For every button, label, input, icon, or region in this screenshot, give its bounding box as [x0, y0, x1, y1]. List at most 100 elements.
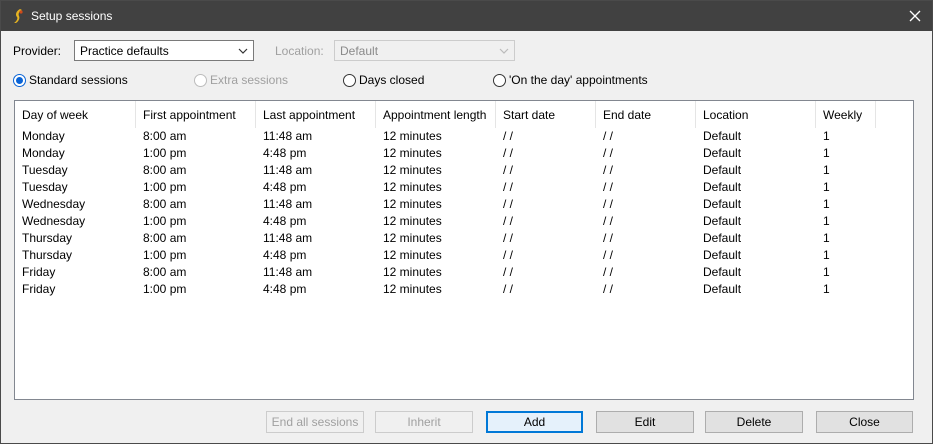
table-row[interactable]: Wednesday 1:00 pm 4:48 pm 12 minutes / / / …: [15, 213, 913, 230]
radio-indicator: [13, 73, 26, 87]
table-cell: 8:00 am: [143, 197, 187, 211]
radio-indicator: [493, 73, 506, 87]
table-cell: / /: [503, 146, 514, 160]
table-cell: 12 minutes: [383, 248, 442, 262]
table-cell: 1: [823, 129, 830, 143]
table-cell: 12 minutes: [383, 282, 442, 296]
inherit-button: Inherit: [375, 411, 473, 433]
table-cell: / /: [603, 129, 614, 143]
end-all-sessions-button: End all sessions: [266, 411, 364, 433]
delete-button[interactable]: Delete: [705, 411, 803, 433]
table-cell: / /: [503, 163, 514, 177]
column-header-weekly[interactable]: Weekly: [816, 101, 876, 128]
app-logo-icon: [11, 8, 25, 24]
table-cell: 8:00 am: [143, 231, 187, 245]
table-cell: 11:48 am: [263, 231, 313, 245]
table-cell: 12 minutes: [383, 197, 442, 211]
table-row[interactable]: Thursday 8:00 am 11:48 am 12 minutes / / / …: [15, 230, 913, 247]
column-header-last-appointment[interactable]: Last appointment: [256, 101, 376, 128]
table-row[interactable]: Friday 1:00 pm 4:48 pm 12 minutes / / / / De…: [15, 281, 913, 298]
table-cell: 1: [823, 197, 830, 211]
table-cell: / /: [503, 248, 514, 262]
table-cell: 1: [823, 265, 830, 279]
table-cell: 1:00 pm: [143, 146, 187, 160]
column-header-location[interactable]: Location: [696, 101, 816, 128]
table-row[interactable]: Wednesday 8:00 am 11:48 am 12 minutes / / /…: [15, 196, 913, 213]
table-cell: Thursday: [22, 248, 73, 262]
close-button[interactable]: Close: [816, 411, 913, 433]
table-cell: 4:48 pm: [263, 214, 307, 228]
table-row[interactable]: Monday 1:00 pm 4:48 pm 12 minutes / / / / De…: [15, 145, 913, 162]
table-cell: / /: [603, 214, 614, 228]
table-row[interactable]: Thursday 1:00 pm 4:48 pm 12 minutes / / / /…: [15, 247, 913, 264]
table-row[interactable]: Tuesday 8:00 am 11:48 am 12 minutes / / / /…: [15, 162, 913, 179]
table-cell: 1: [823, 163, 830, 177]
setup-sessions-window: Setup sessions Provider: Practice defaul…: [0, 0, 933, 444]
table-cell: Wednesday: [22, 214, 86, 228]
close-window-icon[interactable]: [904, 5, 926, 27]
edit-button[interactable]: Edit: [596, 411, 694, 433]
table-cell: 12 minutes: [383, 231, 442, 245]
table-cell: / /: [603, 197, 614, 211]
table-cell: Default: [703, 214, 742, 228]
table-row[interactable]: Monday 8:00 am 11:48 am 12 minutes / / / / D…: [15, 128, 913, 145]
table-cell: 11:48 am: [263, 265, 313, 279]
table-cell: / /: [503, 231, 514, 245]
title-bar[interactable]: Setup sessions: [1, 1, 932, 31]
table-row[interactable]: Tuesday 1:00 pm 4:48 pm 12 minutes / / / / D…: [15, 179, 913, 196]
radio-label: Extra sessions: [210, 73, 289, 87]
column-header-day-of-week[interactable]: Day of week: [15, 101, 136, 128]
table-cell: Friday: [22, 265, 56, 279]
provider-label: Provider:: [13, 44, 62, 58]
table-cell: 1: [823, 180, 830, 194]
location-select-value: Default: [340, 44, 379, 58]
table-cell: 8:00 am: [143, 129, 187, 143]
table-cell: 11:48 am: [263, 197, 313, 211]
table-cell: 1: [823, 214, 830, 228]
radio-label: Days closed: [359, 73, 425, 87]
table-cell: 1: [823, 231, 830, 245]
table-cell: / /: [503, 180, 514, 194]
table-cell: 1: [823, 282, 830, 296]
table-cell: / /: [603, 248, 614, 262]
table-cell: 12 minutes: [383, 129, 442, 143]
table-cell: Default: [703, 282, 742, 296]
provider-select[interactable]: Practice defaults: [74, 40, 254, 61]
provider-select-value: Practice defaults: [80, 44, 169, 58]
radio-on-the-day-appointments[interactable]: 'On the day' appointments: [493, 73, 648, 87]
table-cell: Default: [703, 180, 742, 194]
table-cell: Default: [703, 231, 742, 245]
sessions-table[interactable]: Day of week First appointment Last appoi…: [14, 100, 914, 400]
radio-standard-sessions[interactable]: Standard sessions: [13, 73, 128, 87]
table-cell: Monday: [22, 146, 65, 160]
table-cell: / /: [503, 129, 514, 143]
radio-label: 'On the day' appointments: [509, 73, 648, 87]
column-header-start-date[interactable]: Start date: [496, 101, 596, 128]
table-cell: / /: [603, 282, 614, 296]
table-cell: 4:48 pm: [263, 282, 307, 296]
table-cell: 4:48 pm: [263, 180, 307, 194]
table-cell: 12 minutes: [383, 180, 442, 194]
column-header-end-date[interactable]: End date: [596, 101, 696, 128]
table-cell: 1:00 pm: [143, 214, 187, 228]
table-cell: / /: [603, 231, 614, 245]
table-cell: Wednesday: [22, 197, 86, 211]
radio-days-closed[interactable]: Days closed: [343, 73, 424, 87]
table-row[interactable]: Friday 8:00 am 11:48 am 12 minutes / / / / D…: [15, 264, 913, 281]
table-cell: 8:00 am: [143, 265, 187, 279]
table-cell: 12 minutes: [383, 265, 442, 279]
table-cell: 1: [823, 146, 830, 160]
table-cell: Thursday: [22, 231, 73, 245]
table-cell: 1:00 pm: [143, 248, 187, 262]
column-header-appointment-length[interactable]: Appointment length: [376, 101, 496, 128]
table-cell: 1:00 pm: [143, 180, 187, 194]
table-cell: / /: [503, 282, 514, 296]
table-cell: 8:00 am: [143, 163, 187, 177]
add-button[interactable]: Add: [486, 411, 583, 433]
table-cell: 1: [823, 248, 830, 262]
table-cell: / /: [503, 214, 514, 228]
table-body: Monday 8:00 am 11:48 am 12 minutes / / / / D…: [15, 128, 913, 298]
column-header-first-appointment[interactable]: First appointment: [136, 101, 256, 128]
table-cell: Tuesday: [22, 163, 68, 177]
table-cell: / /: [603, 146, 614, 160]
